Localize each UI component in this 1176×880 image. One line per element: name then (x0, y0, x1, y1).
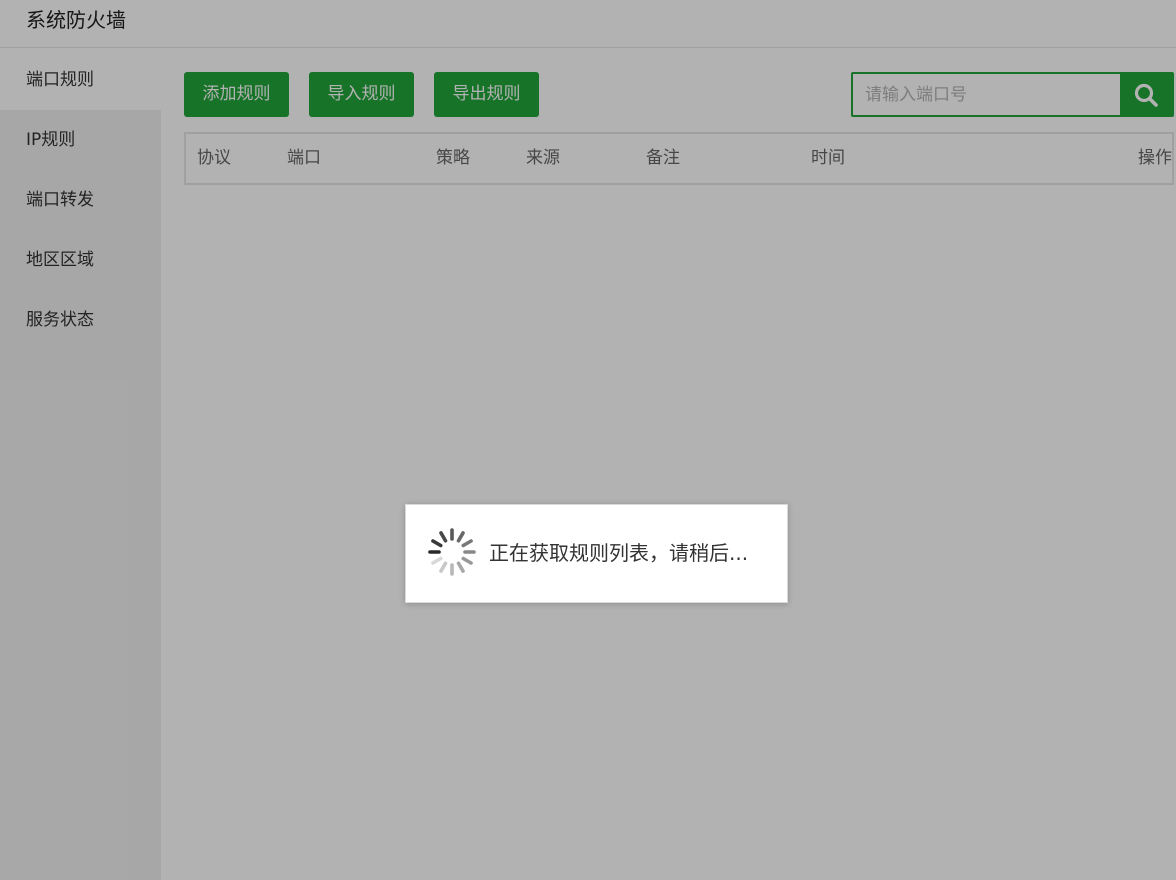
loading-overlay (0, 0, 1176, 880)
loading-message: 正在获取规则列表，请稍后... (489, 541, 749, 565)
spinner-icon (428, 528, 476, 576)
loading-dialog: 正在获取规则列表，请稍后... (405, 504, 788, 603)
